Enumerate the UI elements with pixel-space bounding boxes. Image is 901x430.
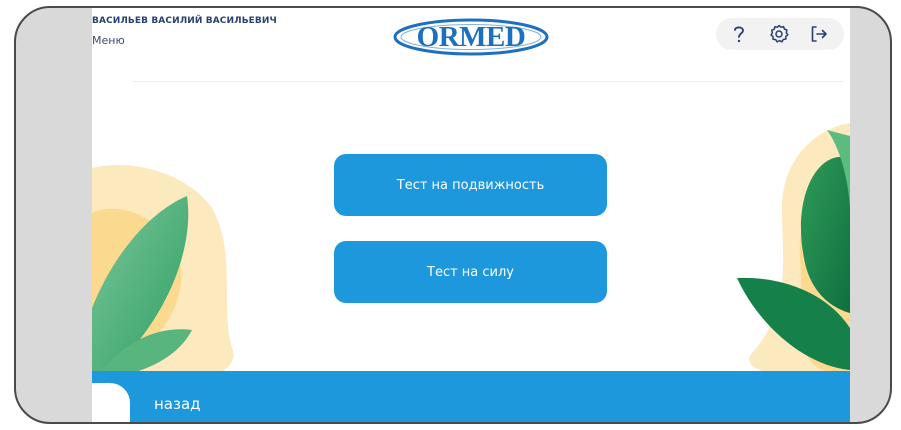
- strength-test-button[interactable]: Тест на силу: [334, 241, 607, 303]
- ormed-logo: ORMED: [392, 18, 550, 56]
- menu-link[interactable]: Меню: [92, 34, 125, 47]
- logout-button[interactable]: [806, 21, 832, 47]
- arrow-left-icon[interactable]: [96, 386, 126, 410]
- app-screen: ВАСИЛЬЕВ ВАСИЛИЙ ВАСИЛЬЕВИЧ Меню ORMED Т…: [92, 8, 850, 422]
- logout-icon: [811, 26, 827, 42]
- gear-icon: [770, 24, 789, 43]
- settings-button[interactable]: [766, 21, 792, 47]
- header-divider: [132, 81, 844, 82]
- help-button[interactable]: [726, 21, 752, 47]
- device-frame: ВАСИЛЬЕВ ВАСИЛИЙ ВАСИЛЬЕВИЧ Меню ORMED Т…: [14, 6, 892, 424]
- user-name: ВАСИЛЬЕВ ВАСИЛИЙ ВАСИЛЬЕВИЧ: [92, 16, 277, 26]
- back-button[interactable]: назад: [154, 395, 201, 413]
- header-toolbar: [716, 18, 844, 50]
- mobility-test-button[interactable]: Тест на подвижность: [334, 154, 607, 216]
- footer-bar: назад: [92, 371, 850, 422]
- logo-text: ORMED: [416, 20, 526, 53]
- question-icon: [734, 26, 744, 43]
- background-decoration: [92, 123, 850, 382]
